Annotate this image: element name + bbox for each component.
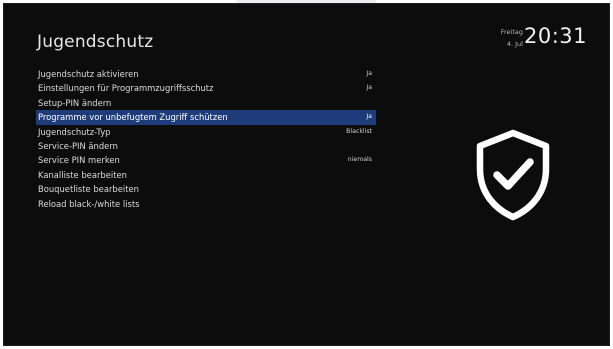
menu-item-bouquetliste[interactable]: Bouquetliste bearbeiten [36, 182, 376, 196]
menu-item-label: Setup-PIN ändern [38, 97, 112, 108]
menu-item-label: Bouquetliste bearbeiten [38, 184, 139, 195]
menu-item-value: Ja [366, 84, 372, 92]
menu-item-value: Ja [366, 70, 372, 77]
menu-item-service-pin-merken[interactable]: Service PIN merken niemals [36, 153, 376, 167]
page-title: Jugendschutz [37, 32, 154, 52]
menu-item-jugendschutz-aktivieren[interactable]: Jugendschutz aktivieren Ja [36, 67, 376, 81]
menu-item-value: Blacklist [346, 127, 372, 135]
clock-date: Freitag 4. Jul [501, 26, 523, 50]
menu-item-label: Service-PIN ändern [38, 140, 118, 151]
menu-item-label: Reload black-/white lists [38, 198, 140, 209]
menu-item-label: Jugendschutz aktivieren [38, 69, 139, 79]
tv-frame: Jugendschutz Freitag 4. Jul 20:31 Jugend… [0, 0, 613, 349]
menu-item-value: niemals [347, 156, 372, 164]
clock-day: Freitag [500, 28, 523, 36]
tv-screen: Jugendschutz Freitag 4. Jul 20:31 Jugend… [3, 3, 610, 346]
menu-item-programme-schuetzen[interactable]: Programme vor unbefugtem Zugriff schütze… [36, 110, 376, 125]
menu-item-label: Service PIN merken [38, 155, 120, 166]
menu-item-service-pin-aendern[interactable]: Service-PIN ändern [36, 139, 376, 153]
clock-date-text: 4. Jul [506, 40, 523, 48]
menu-item-jugendschutz-typ[interactable]: Jugendschutz-Typ Blacklist [36, 125, 376, 139]
settings-menu: Jugendschutz aktivieren Ja Einstellungen… [36, 67, 376, 211]
menu-item-label: Programme vor unbefugtem Zugriff schütze… [38, 112, 228, 123]
clock-time: 20:31 [523, 24, 587, 48]
menu-item-programmzugriffsschutz[interactable]: Einstellungen für Programmzugriffsschutz… [36, 81, 376, 95]
menu-item-kanalliste[interactable]: Kanalliste bearbeiten [36, 168, 376, 182]
menu-item-label: Kanalliste bearbeiten [38, 169, 127, 180]
menu-item-reload-lists[interactable]: Reload black-/white lists [36, 197, 376, 211]
menu-item-label: Jugendschutz-Typ [38, 126, 111, 137]
menu-item-label: Einstellungen für Programmzugriffsschutz [38, 83, 214, 94]
shield-check-icon [476, 129, 550, 221]
menu-item-value: Ja [366, 113, 372, 121]
menu-item-setup-pin[interactable]: Setup-PIN ändern [36, 96, 376, 110]
